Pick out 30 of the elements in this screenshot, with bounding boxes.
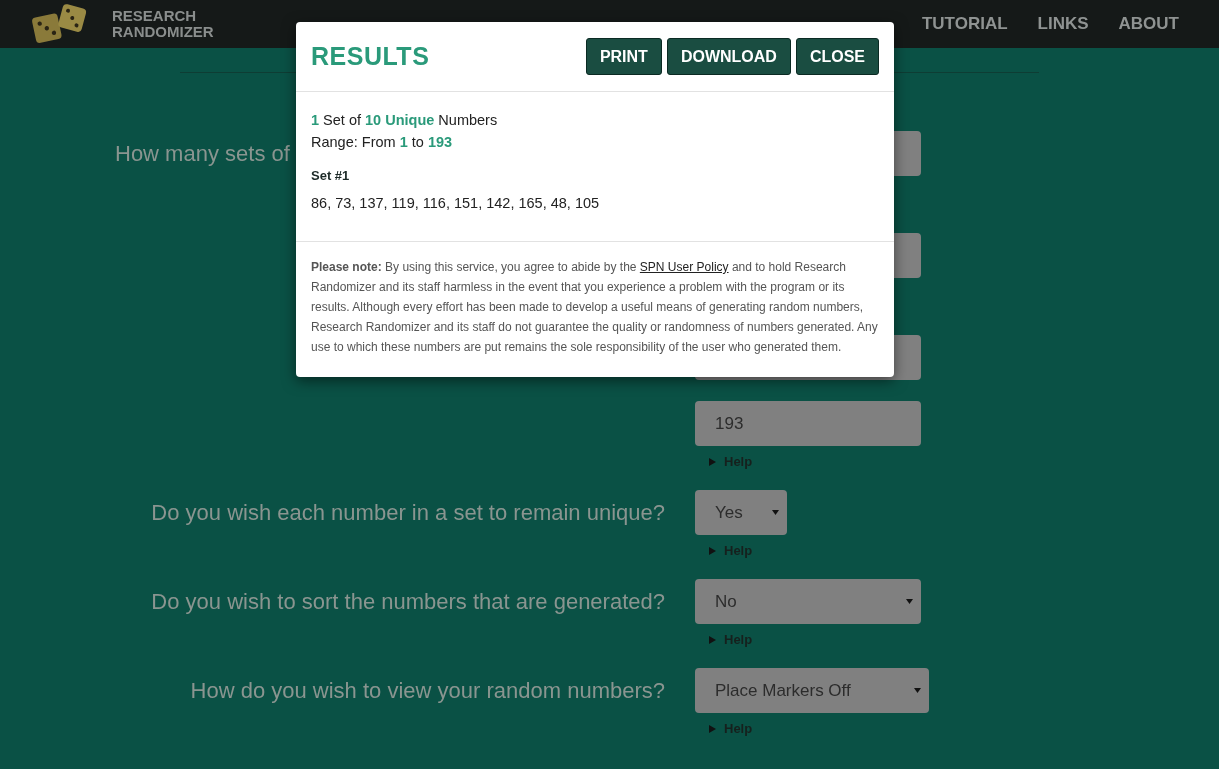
- caret-icon: [914, 688, 921, 693]
- disclaimer-text: Please note: By using this service, you agree to abide by the SPN User Policy and to hold Research Randomizer and its staff harmless in the event that you experience a problem with the program or its results. Although every effort has been made to develop a useful means of generating random numbers, Research Randomizer and its staff do not guarantee the quality or randomness of numbers generated. Any use to which these numbers are put remains the sole responsibility of the user who generated them.: [311, 259, 879, 356]
- dropdown[interactable]: Yes: [695, 490, 787, 535]
- caret-icon: [772, 510, 779, 515]
- dialog-button[interactable]: DOWNLOAD: [666, 38, 791, 75]
- dropdown[interactable]: No: [695, 579, 921, 624]
- question-label: How do you wish to view your random numbers?: [190, 677, 665, 704]
- triangle-icon: [709, 724, 716, 733]
- dice-icon: [30, 3, 88, 45]
- caret-icon: [906, 599, 913, 604]
- nav-link[interactable]: LINKS: [1037, 14, 1089, 34]
- summary-line: Range: From 1 to 193: [311, 133, 454, 152]
- nav-link[interactable]: ABOUT: [1118, 14, 1179, 34]
- input-field[interactable]: 193: [695, 401, 921, 446]
- summary-line: 1 Set of 10 Unique Numbers: [311, 111, 499, 130]
- number-list: 86, 73, 137, 119, 116, 151, 142, 165, 48, 105: [311, 195, 879, 211]
- dropdown[interactable]: Place Markers Off: [695, 668, 929, 713]
- nav-link[interactable]: TUTORIAL: [921, 14, 1008, 34]
- dialog-button[interactable]: CLOSE: [795, 38, 879, 75]
- question-label: Do you wish to sort the numbers that are generated?: [151, 588, 665, 615]
- set-title: Set #1: [311, 168, 351, 183]
- triangle-icon: [709, 635, 716, 644]
- question-label: How many sets of: [115, 140, 290, 167]
- question-label: Do you wish each number in a set to remain unique?: [151, 499, 665, 526]
- site-logo-text[interactable]: RESEARCH RANDOMIZER: [112, 8, 214, 40]
- policy-link[interactable]: SPN User Policy: [639, 260, 729, 274]
- triangle-icon: [709, 457, 716, 466]
- dialog-button[interactable]: PRINT: [585, 38, 662, 75]
- triangle-icon: [709, 546, 716, 555]
- dialog-title: RESULTS: [311, 42, 430, 71]
